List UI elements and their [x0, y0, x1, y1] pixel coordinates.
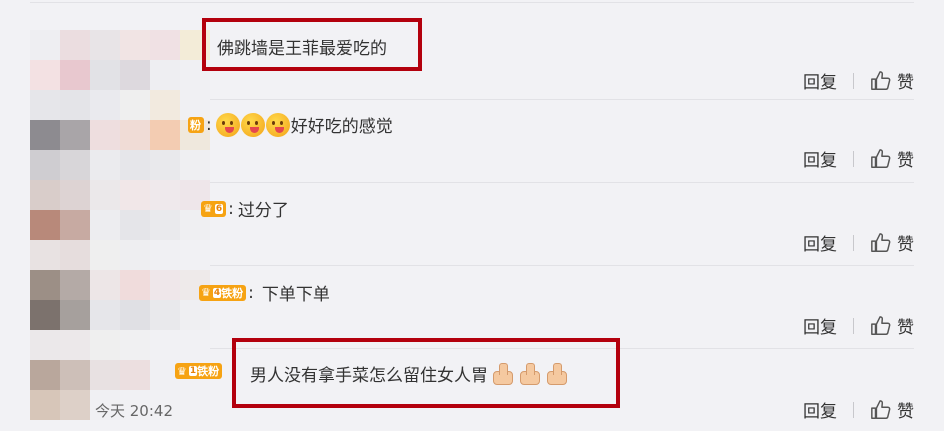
like-button[interactable]: 赞: [897, 68, 914, 93]
level-badge: ♛ 6: [201, 200, 227, 217]
action-divider: [853, 150, 854, 167]
reply-button[interactable]: 回复: [803, 397, 837, 422]
action-divider: [853, 234, 854, 251]
comment-content: ♛ 1 铁粉: [175, 363, 223, 379]
crown-icon: ♛: [201, 286, 211, 299]
comment-actions: 回复 赞: [803, 146, 914, 171]
comment-actions: 回复 赞: [803, 230, 914, 255]
crown-icon: ♛: [177, 364, 187, 378]
reply-button[interactable]: 回复: [803, 230, 837, 255]
reply-button[interactable]: 回复: [803, 313, 837, 338]
fan-badge: 粉: [188, 116, 204, 133]
thumbs-up-icon[interactable]: [870, 148, 892, 170]
yummy-face-emoji: [215, 112, 240, 137]
like-button[interactable]: 赞: [897, 146, 914, 171]
action-divider: [853, 401, 854, 418]
comment-actions: 回复 赞: [803, 397, 914, 422]
yummy-face-emoji: [240, 112, 265, 137]
iron-fan-badge: ♛ 1 铁粉: [175, 363, 223, 379]
comment-timestamp: 今天 20:42: [95, 402, 173, 420]
like-button[interactable]: 赞: [897, 397, 914, 422]
yummy-face-emoji: [265, 112, 290, 137]
highlight-box: [202, 18, 422, 71]
divider: [30, 2, 914, 3]
comment-text: 过分了: [237, 201, 289, 221]
highlight-box: [232, 338, 620, 408]
comment-actions: 回复 赞: [803, 313, 914, 338]
comment-text: 下单下单: [261, 285, 330, 305]
thumbs-up-icon[interactable]: [870, 315, 892, 337]
action-divider: [853, 317, 854, 334]
comment-content: ♛ 6 : 过分了: [201, 196, 289, 221]
reply-button[interactable]: 回复: [803, 68, 837, 93]
comment-actions: 回复 赞: [803, 68, 914, 93]
reply-button[interactable]: 回复: [803, 146, 837, 171]
like-button[interactable]: 赞: [897, 230, 914, 255]
comment-content: ♛ 4 铁粉 : 下单下单: [199, 280, 330, 305]
crown-icon: ♛: [203, 202, 213, 215]
action-divider: [853, 72, 854, 89]
thumbs-up-icon[interactable]: [870, 232, 892, 254]
comment-text: 好好吃的感觉: [290, 117, 393, 137]
iron-fan-badge: ♛ 4 铁粉: [199, 284, 247, 301]
comment-content: 粉 : 好好吃的感觉: [188, 112, 393, 137]
thumbs-up-icon[interactable]: [870, 70, 892, 92]
like-button[interactable]: 赞: [897, 313, 914, 338]
thumbs-up-icon[interactable]: [870, 399, 892, 421]
